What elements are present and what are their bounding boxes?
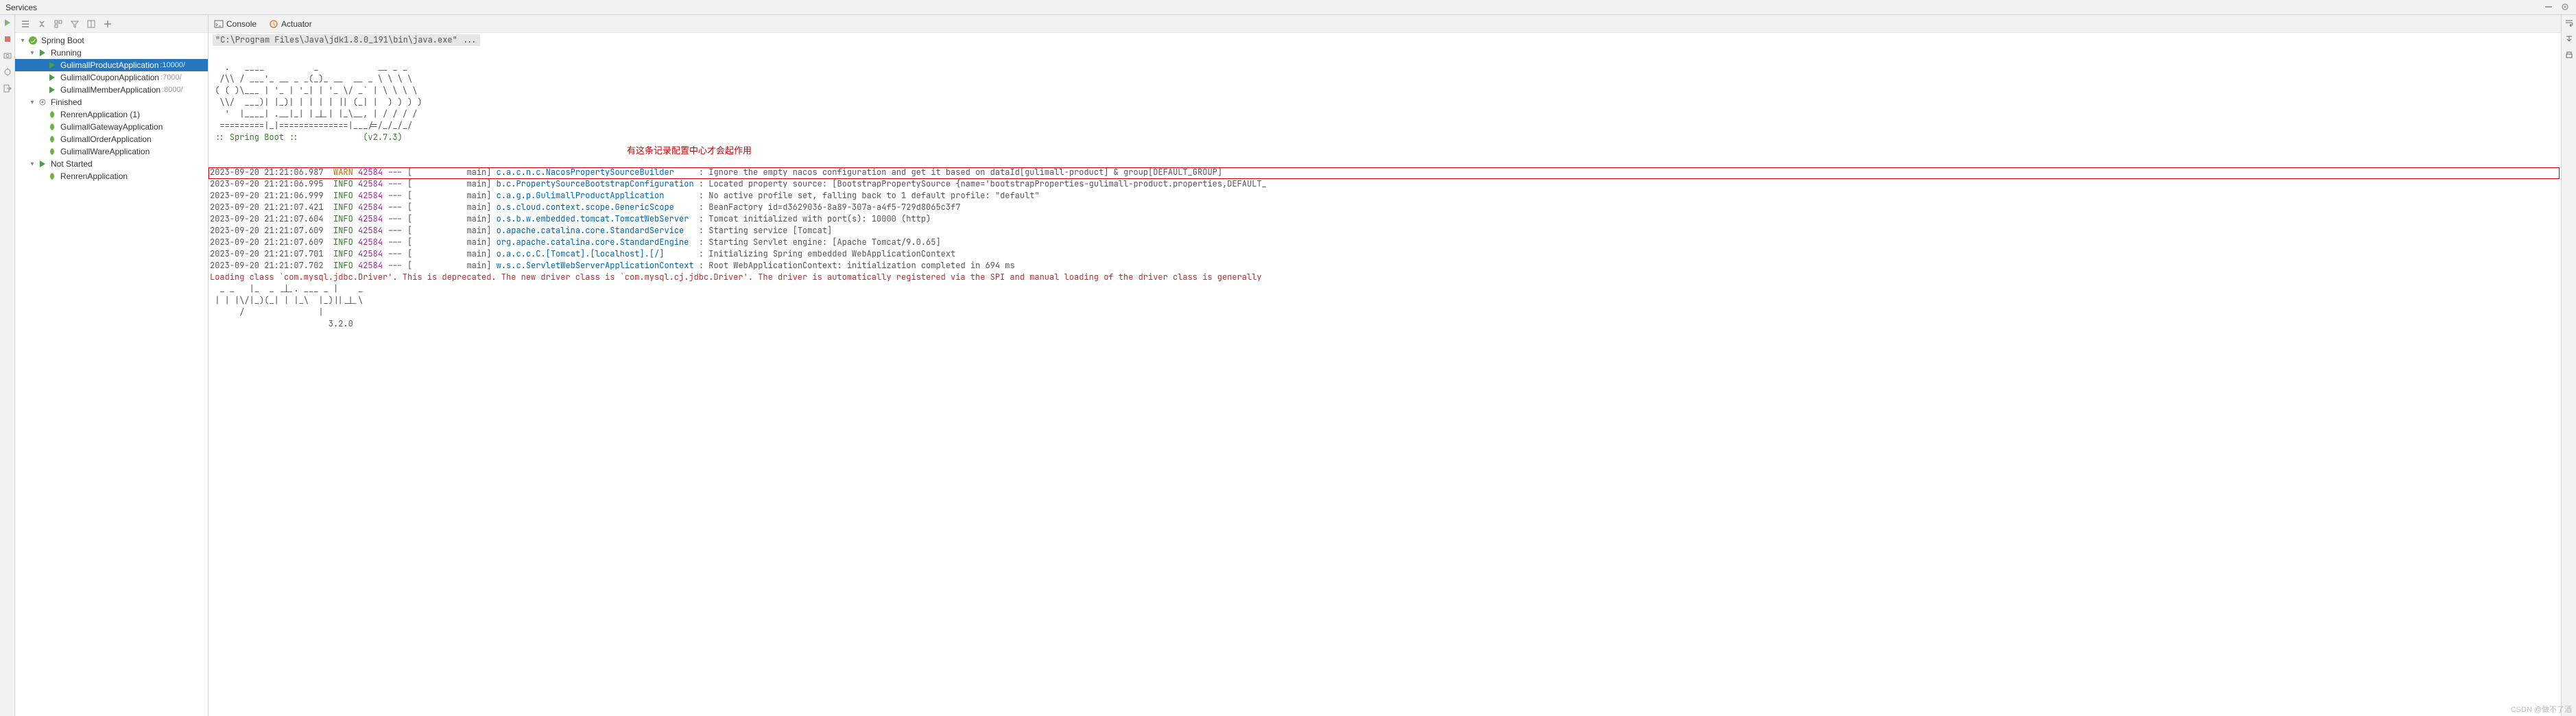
- exit-icon[interactable]: [3, 84, 12, 93]
- tree-row[interactable]: GulimallMemberApplication:8000/: [15, 84, 208, 96]
- services-tree-panel: ▾Spring Boot▾RunningGulimallProductAppli…: [15, 15, 208, 716]
- tree-row[interactable]: ▾ Spring Boot: [15, 34, 208, 47]
- layout-icon[interactable]: [84, 16, 99, 32]
- panel-title-bar: Services: [0, 0, 2576, 15]
- watermark: CSDN @做不了酒: [2511, 704, 2572, 715]
- terminal-icon: [214, 19, 224, 29]
- tree-row[interactable]: ▾ Not Started: [15, 158, 208, 170]
- tree-row[interactable]: RenrenApplication (1): [15, 108, 208, 121]
- group-icon[interactable]: [51, 16, 66, 32]
- log-line: 2023-09-20 21:21:07.701 INFO 42584 --- […: [210, 248, 2561, 260]
- tree-node-icon: [37, 97, 48, 108]
- debug-icon[interactable]: [3, 67, 12, 77]
- tree-label: GulimallProductApplication: [60, 60, 158, 70]
- tab-console[interactable]: Console: [213, 17, 258, 31]
- add-icon[interactable]: [100, 16, 115, 32]
- log-line: 2023-09-20 21:21:06.999 INFO 42584 --- […: [210, 190, 2561, 202]
- tree-row[interactable]: ▾ Finished: [15, 96, 208, 108]
- annotation-text: 有这条记录配置中心才会起作用: [627, 145, 752, 156]
- tree-label: Spring Boot: [41, 36, 84, 45]
- print-icon[interactable]: [2564, 51, 2574, 60]
- tree-row[interactable]: RenrenApplication: [15, 170, 208, 182]
- log-line: 2023-09-20 21:21:07.609 INFO 42584 --- […: [210, 225, 2561, 237]
- gear-icon[interactable]: [2561, 3, 2571, 12]
- filter-icon[interactable]: [67, 16, 82, 32]
- tree-arrow-icon[interactable]: ▾: [27, 49, 37, 57]
- services-tree[interactable]: ▾Spring Boot▾RunningGulimallProductAppli…: [15, 33, 208, 716]
- log-line: 2023-09-20 21:21:07.609 INFO 42584 --- […: [210, 237, 2561, 248]
- tree-toolbar: [15, 15, 208, 33]
- left-gutter: [0, 15, 15, 716]
- tree-node-icon: [37, 158, 48, 169]
- tree-arrow-icon[interactable]: ▾: [18, 37, 27, 45]
- tree-node-icon: [47, 109, 58, 120]
- tree-node-icon: [47, 84, 58, 95]
- tree-label: Not Started: [51, 159, 93, 169]
- scroll-end-icon[interactable]: [2564, 34, 2574, 44]
- tree-row[interactable]: GulimallProductApplication:10000/: [15, 59, 208, 71]
- tree-arrow-icon[interactable]: ▾: [27, 99, 37, 106]
- log-line: 2023-09-20 21:21:06.995 INFO 42584 --- […: [210, 178, 2561, 190]
- tree-node-icon: [47, 121, 58, 132]
- panel-title: Services: [5, 3, 37, 12]
- tree-node-icon: [47, 146, 58, 157]
- console-output[interactable]: "C:\Program Files\Java\jdk1.8.0_191\bin\…: [208, 33, 2561, 716]
- tree-node-icon: [27, 35, 38, 46]
- log-line: 2023-09-20 21:21:06.987 WARN 42584 --- […: [210, 167, 2561, 178]
- soft-wrap-icon[interactable]: [2564, 18, 2574, 27]
- right-gutter: [2561, 15, 2576, 716]
- tree-port: :10000/: [160, 61, 185, 69]
- expand-all-icon[interactable]: [18, 16, 33, 32]
- tree-row[interactable]: ▾ Running: [15, 47, 208, 59]
- tree-label: GulimallCouponApplication: [60, 73, 159, 82]
- tree-label: RenrenApplication (1): [60, 110, 140, 119]
- command-line: "C:\Program Files\Java\jdk1.8.0_191\bin\…: [213, 34, 480, 46]
- collapse-icon[interactable]: [2544, 3, 2554, 12]
- rerun-icon[interactable]: [3, 18, 12, 27]
- tree-label: Finished: [51, 97, 82, 107]
- tab-actuator[interactable]: Actuator: [267, 17, 313, 31]
- tree-label: GulimallWareApplication: [60, 147, 150, 156]
- tab-actuator-label: Actuator: [281, 19, 312, 29]
- tree-row[interactable]: GulimallGatewayApplication: [15, 121, 208, 133]
- tree-label: Running: [51, 48, 82, 58]
- tree-row[interactable]: GulimallCouponApplication:7000/: [15, 71, 208, 84]
- tree-node-icon: [47, 134, 58, 145]
- tree-node-icon: [37, 47, 48, 58]
- tree-arrow-icon[interactable]: ▾: [27, 160, 37, 168]
- tree-port: :7000/: [160, 73, 182, 82]
- tree-node-icon: [47, 60, 58, 71]
- tree-node-icon: [47, 72, 58, 83]
- console-panel: Console Actuator "C:\Program Files\Java\…: [208, 15, 2561, 716]
- tab-console-label: Console: [226, 19, 257, 29]
- tree-label: GulimallMemberApplication: [60, 85, 160, 95]
- stop-icon[interactable]: [3, 34, 12, 44]
- tree-row[interactable]: GulimallWareApplication: [15, 145, 208, 158]
- tree-label: GulimallOrderApplication: [60, 134, 152, 144]
- log-line: 2023-09-20 21:21:07.702 INFO 42584 --- […: [210, 260, 2561, 272]
- camera-icon[interactable]: [3, 51, 12, 60]
- log-line: 2023-09-20 21:21:07.604 INFO 42584 --- […: [210, 213, 2561, 225]
- tree-label: GulimallGatewayApplication: [60, 122, 163, 132]
- console-tabs: Console Actuator: [208, 15, 2561, 33]
- actuator-icon: [269, 19, 278, 29]
- tree-port: :8000/: [162, 86, 183, 94]
- tree-node-icon: [47, 171, 58, 182]
- tree-row[interactable]: GulimallOrderApplication: [15, 133, 208, 145]
- driver-warning-line: Loading class `com.mysql.jdbc.Driver'. T…: [210, 272, 2561, 283]
- log-line: 2023-09-20 21:21:07.421 INFO 42584 --- […: [210, 202, 2561, 213]
- collapse-all-icon[interactable]: [34, 16, 49, 32]
- ascii-art: . ____ _ __ _ _ /\\ / ___'_ __ _ _(_)_ _…: [210, 50, 2561, 143]
- tree-label: RenrenApplication: [60, 171, 128, 181]
